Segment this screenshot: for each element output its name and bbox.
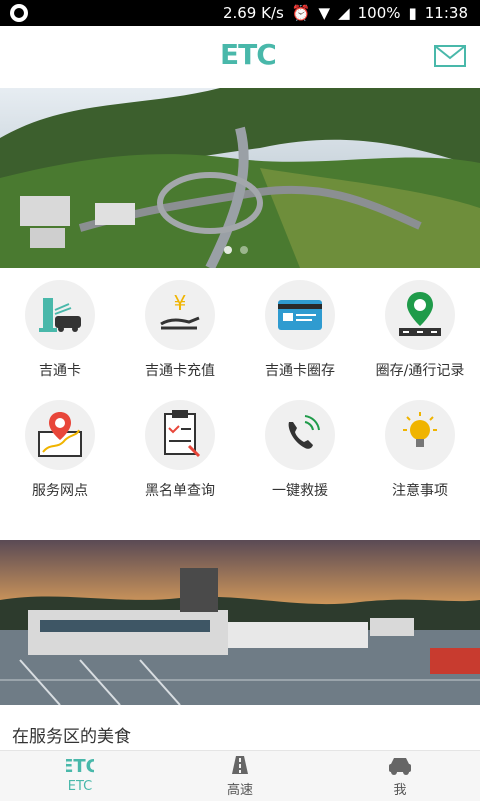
- hand-yuan-icon: ¥: [145, 280, 215, 350]
- app-bar: ETC: [0, 26, 480, 88]
- grid-item-load-records[interactable]: 圈存/通行记录: [360, 268, 480, 388]
- pagination-dot: [224, 246, 232, 254]
- status-bar: 2.69 K/s ⏰ ▼ ◢ 100% ▮ 11:38: [0, 0, 480, 26]
- tab-label: 高速: [226, 783, 253, 798]
- grid-item-jitong-recharge[interactable]: ¥ 吉通卡充值: [120, 268, 240, 388]
- section-title: 在服务区的美食: [12, 727, 131, 747]
- grid-item-blacklist[interactable]: 黑名单查询: [120, 388, 240, 508]
- grid-item-label: 服务网点: [32, 483, 88, 499]
- feature-grid: 吉通卡 ¥ 吉通卡充值 吉通卡圈存 圈存/通行记录 服务网点 黑名单查询 一键救…: [0, 268, 480, 540]
- tab-me[interactable]: 我: [320, 751, 480, 801]
- card-icon: [265, 280, 335, 350]
- clock: 11:38: [424, 4, 468, 22]
- battery-icon: ▮: [408, 4, 417, 22]
- pagination-dot: [240, 246, 248, 254]
- location-pin-road-icon: [385, 280, 455, 350]
- grid-item-service-points[interactable]: 服务网点: [0, 388, 120, 508]
- signal-icon: ◢: [338, 4, 350, 22]
- clipboard-icon: [145, 400, 215, 470]
- bottom-tab-bar: ETC ETC 高速 我: [0, 750, 480, 801]
- road-icon: [226, 754, 254, 776]
- grid-item-label: 圈存/通行记录: [375, 363, 465, 379]
- grid-item-label: 一键救援: [272, 483, 328, 499]
- tab-etc[interactable]: ETC ETC: [0, 751, 160, 801]
- notification-icon: [10, 4, 28, 22]
- grid-item-label: 吉通卡圈存: [265, 363, 335, 379]
- hero-banner[interactable]: [0, 88, 480, 268]
- grid-item-rescue[interactable]: 一键救援: [240, 388, 360, 508]
- map-pin-icon: [25, 400, 95, 470]
- grid-item-notice[interactable]: 注意事项: [360, 388, 480, 508]
- grid-item-label: 吉通卡: [39, 363, 81, 379]
- grid-item-label: 黑名单查询: [145, 483, 215, 499]
- etc-icon: ETC: [61, 754, 99, 777]
- grid-item-label: 注意事项: [392, 483, 448, 499]
- tab-label: ETC: [67, 779, 93, 794]
- svg-text:¥: ¥: [174, 291, 187, 315]
- tab-highway[interactable]: 高速: [160, 751, 320, 801]
- network-speed: 2.69 K/s: [222, 4, 284, 22]
- tab-label: 我: [393, 783, 407, 798]
- card-car-icon: [25, 280, 95, 350]
- car-icon: [386, 754, 414, 776]
- grid-item-label: 吉通卡充值: [145, 363, 215, 379]
- food-section: 在服务区的美食: [0, 705, 480, 750]
- service-area-image[interactable]: [0, 540, 480, 705]
- battery-text: 100%: [357, 4, 401, 22]
- alarm-icon: ⏰: [291, 4, 311, 22]
- svg-text:ETC: ETC: [66, 756, 94, 776]
- mail-icon[interactable]: [434, 44, 466, 68]
- grid-item-jitong-card[interactable]: 吉通卡: [0, 268, 120, 388]
- wifi-icon: ▼: [318, 4, 331, 22]
- banner-pagination: [224, 246, 248, 254]
- lightbulb-icon: [385, 400, 455, 470]
- phone-icon: [265, 400, 335, 470]
- grid-item-jitong-load[interactable]: 吉通卡圈存: [240, 268, 360, 388]
- etc-logo: ETC: [220, 38, 277, 71]
